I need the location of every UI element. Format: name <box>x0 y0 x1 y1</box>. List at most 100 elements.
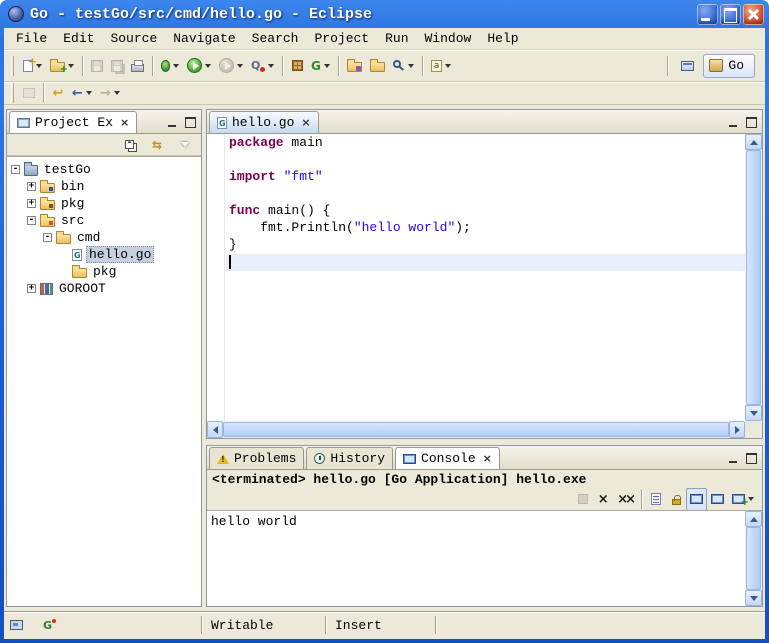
tree-expander-icon[interactable]: + <box>27 182 36 191</box>
menu-item-navigate[interactable]: Navigate <box>165 28 243 49</box>
console-vertical-scrollbar[interactable] <box>745 511 762 606</box>
tree-expander-icon[interactable]: + <box>27 284 36 293</box>
tree-item-goroot[interactable]: +GOROOT <box>7 280 201 297</box>
annotations-toggle-button-dropdown[interactable] <box>445 64 451 68</box>
menu-item-file[interactable]: File <box>8 28 55 49</box>
search-button[interactable] <box>389 54 418 77</box>
tab-console[interactable]: Console <box>395 447 500 469</box>
tab-problems[interactable]: Problems <box>209 447 304 469</box>
tree-item-pkg[interactable]: pkg <box>7 263 201 280</box>
scroll-up-button[interactable] <box>745 134 762 150</box>
link-with-editor-button[interactable] <box>147 133 167 156</box>
open-folder-button[interactable] <box>366 54 389 77</box>
code-line[interactable]: } <box>226 237 745 254</box>
scrollbar-track[interactable] <box>745 150 762 405</box>
go-perspective-button[interactable]: Go <box>703 54 755 78</box>
scroll-down-button[interactable] <box>745 590 762 606</box>
open-console-button[interactable] <box>728 488 758 511</box>
pin-console-button[interactable] <box>686 488 707 511</box>
save-all-button[interactable] <box>107 54 127 77</box>
editor-body[interactable]: package mainimport "fmt"func main() { fm… <box>207 134 762 438</box>
new-go-element-button-dropdown[interactable] <box>324 64 330 68</box>
code-area[interactable]: package mainimport "fmt"func main() { fm… <box>226 135 745 421</box>
scrollbar-thumb[interactable] <box>746 150 761 405</box>
tab-hello-go[interactable]: hello.go <box>209 111 319 133</box>
scroll-down-button[interactable] <box>745 405 762 421</box>
window-minimize-button[interactable] <box>697 4 718 25</box>
maximize-view-button[interactable] <box>181 115 199 130</box>
tab-history[interactable]: History <box>306 447 393 469</box>
maximize-view-button[interactable] <box>742 451 760 466</box>
collapse-all-button[interactable] <box>119 133 139 156</box>
annotations-toggle-button[interactable] <box>427 54 455 77</box>
new-wizard-button[interactable] <box>19 54 46 77</box>
new-go-element-button[interactable] <box>307 54 334 77</box>
menu-item-source[interactable]: Source <box>102 28 165 49</box>
tree-item-testgo[interactable]: -testGo <box>7 161 201 178</box>
tree-expander-icon[interactable]: - <box>27 216 36 225</box>
window-maximize-button[interactable] <box>720 4 741 25</box>
code-line[interactable]: fmt.Println("hello world"); <box>226 220 745 237</box>
menu-item-edit[interactable]: Edit <box>55 28 102 49</box>
fast-view-icon[interactable] <box>10 620 23 630</box>
scrollbar-thumb[interactable] <box>746 527 761 590</box>
menu-item-help[interactable]: Help <box>479 28 526 49</box>
debug-button[interactable] <box>157 54 183 77</box>
code-line[interactable] <box>226 152 745 169</box>
code-line[interactable]: package main <box>226 135 745 152</box>
scroll-left-button[interactable] <box>207 421 223 438</box>
terminate-button[interactable] <box>573 488 593 511</box>
code-line[interactable]: import "fmt" <box>226 169 745 186</box>
tree-expander-icon[interactable]: + <box>27 199 36 208</box>
scrollbar-track[interactable] <box>745 527 762 590</box>
code-line[interactable] <box>226 254 745 271</box>
remove-all-launches-button[interactable] <box>613 488 637 511</box>
scroll-lock-button[interactable] <box>666 488 686 511</box>
run-last-button-dropdown[interactable] <box>237 64 243 68</box>
console-output-area[interactable]: hello world <box>207 510 762 606</box>
close-tab-icon[interactable] <box>301 116 310 129</box>
go-status-icon[interactable] <box>43 619 56 631</box>
open-resource-button[interactable] <box>343 54 366 77</box>
menu-item-window[interactable]: Window <box>417 28 480 49</box>
display-console-button[interactable] <box>707 488 728 511</box>
tree-item-pkg[interactable]: +pkg <box>7 195 201 212</box>
window-close-button[interactable] <box>743 4 764 25</box>
minimize-view-button[interactable] <box>724 451 742 466</box>
new-go-package-button[interactable] <box>287 54 307 77</box>
open-perspective-button[interactable] <box>677 54 698 77</box>
remove-launch-button[interactable] <box>593 488 613 511</box>
new-folder-button-dropdown[interactable] <box>68 64 74 68</box>
print-button[interactable] <box>127 54 148 77</box>
tree-expander-icon[interactable]: - <box>43 233 52 242</box>
forward-button[interactable] <box>96 82 124 105</box>
save-button[interactable] <box>87 54 107 77</box>
close-tab-icon[interactable] <box>483 452 492 465</box>
minimize-view-button[interactable] <box>163 115 181 130</box>
search-button-dropdown[interactable] <box>408 64 414 68</box>
tree-item-bin[interactable]: +bin <box>7 178 201 195</box>
pin-editor-button[interactable] <box>19 82 39 105</box>
code-line[interactable] <box>226 186 745 203</box>
tab-project-explorer[interactable]: Project Ex <box>9 111 137 133</box>
menu-item-run[interactable]: Run <box>377 28 416 49</box>
clear-console-button[interactable] <box>646 488 666 511</box>
view-menu-button[interactable] <box>175 133 195 156</box>
run-button[interactable] <box>183 54 215 77</box>
scrollbar-track[interactable] <box>223 421 729 438</box>
tree-item-cmd[interactable]: -cmd <box>7 229 201 246</box>
tree-item-hello-go[interactable]: hello.go <box>7 246 201 263</box>
close-tab-icon[interactable] <box>120 116 129 129</box>
back-button-dropdown[interactable] <box>86 91 92 95</box>
new-folder-button[interactable] <box>46 54 78 77</box>
last-edit-location-button[interactable] <box>48 82 68 105</box>
scrollbar-thumb[interactable] <box>223 422 729 437</box>
debug-button-dropdown[interactable] <box>173 64 179 68</box>
minimize-view-button[interactable] <box>724 115 742 130</box>
menu-item-project[interactable]: Project <box>306 28 377 49</box>
editor-vertical-scrollbar[interactable] <box>745 134 762 421</box>
external-tools-button[interactable] <box>247 54 278 77</box>
editor-horizontal-scrollbar[interactable] <box>207 421 745 438</box>
external-tools-button-dropdown[interactable] <box>268 64 274 68</box>
scroll-up-button[interactable] <box>745 511 762 527</box>
